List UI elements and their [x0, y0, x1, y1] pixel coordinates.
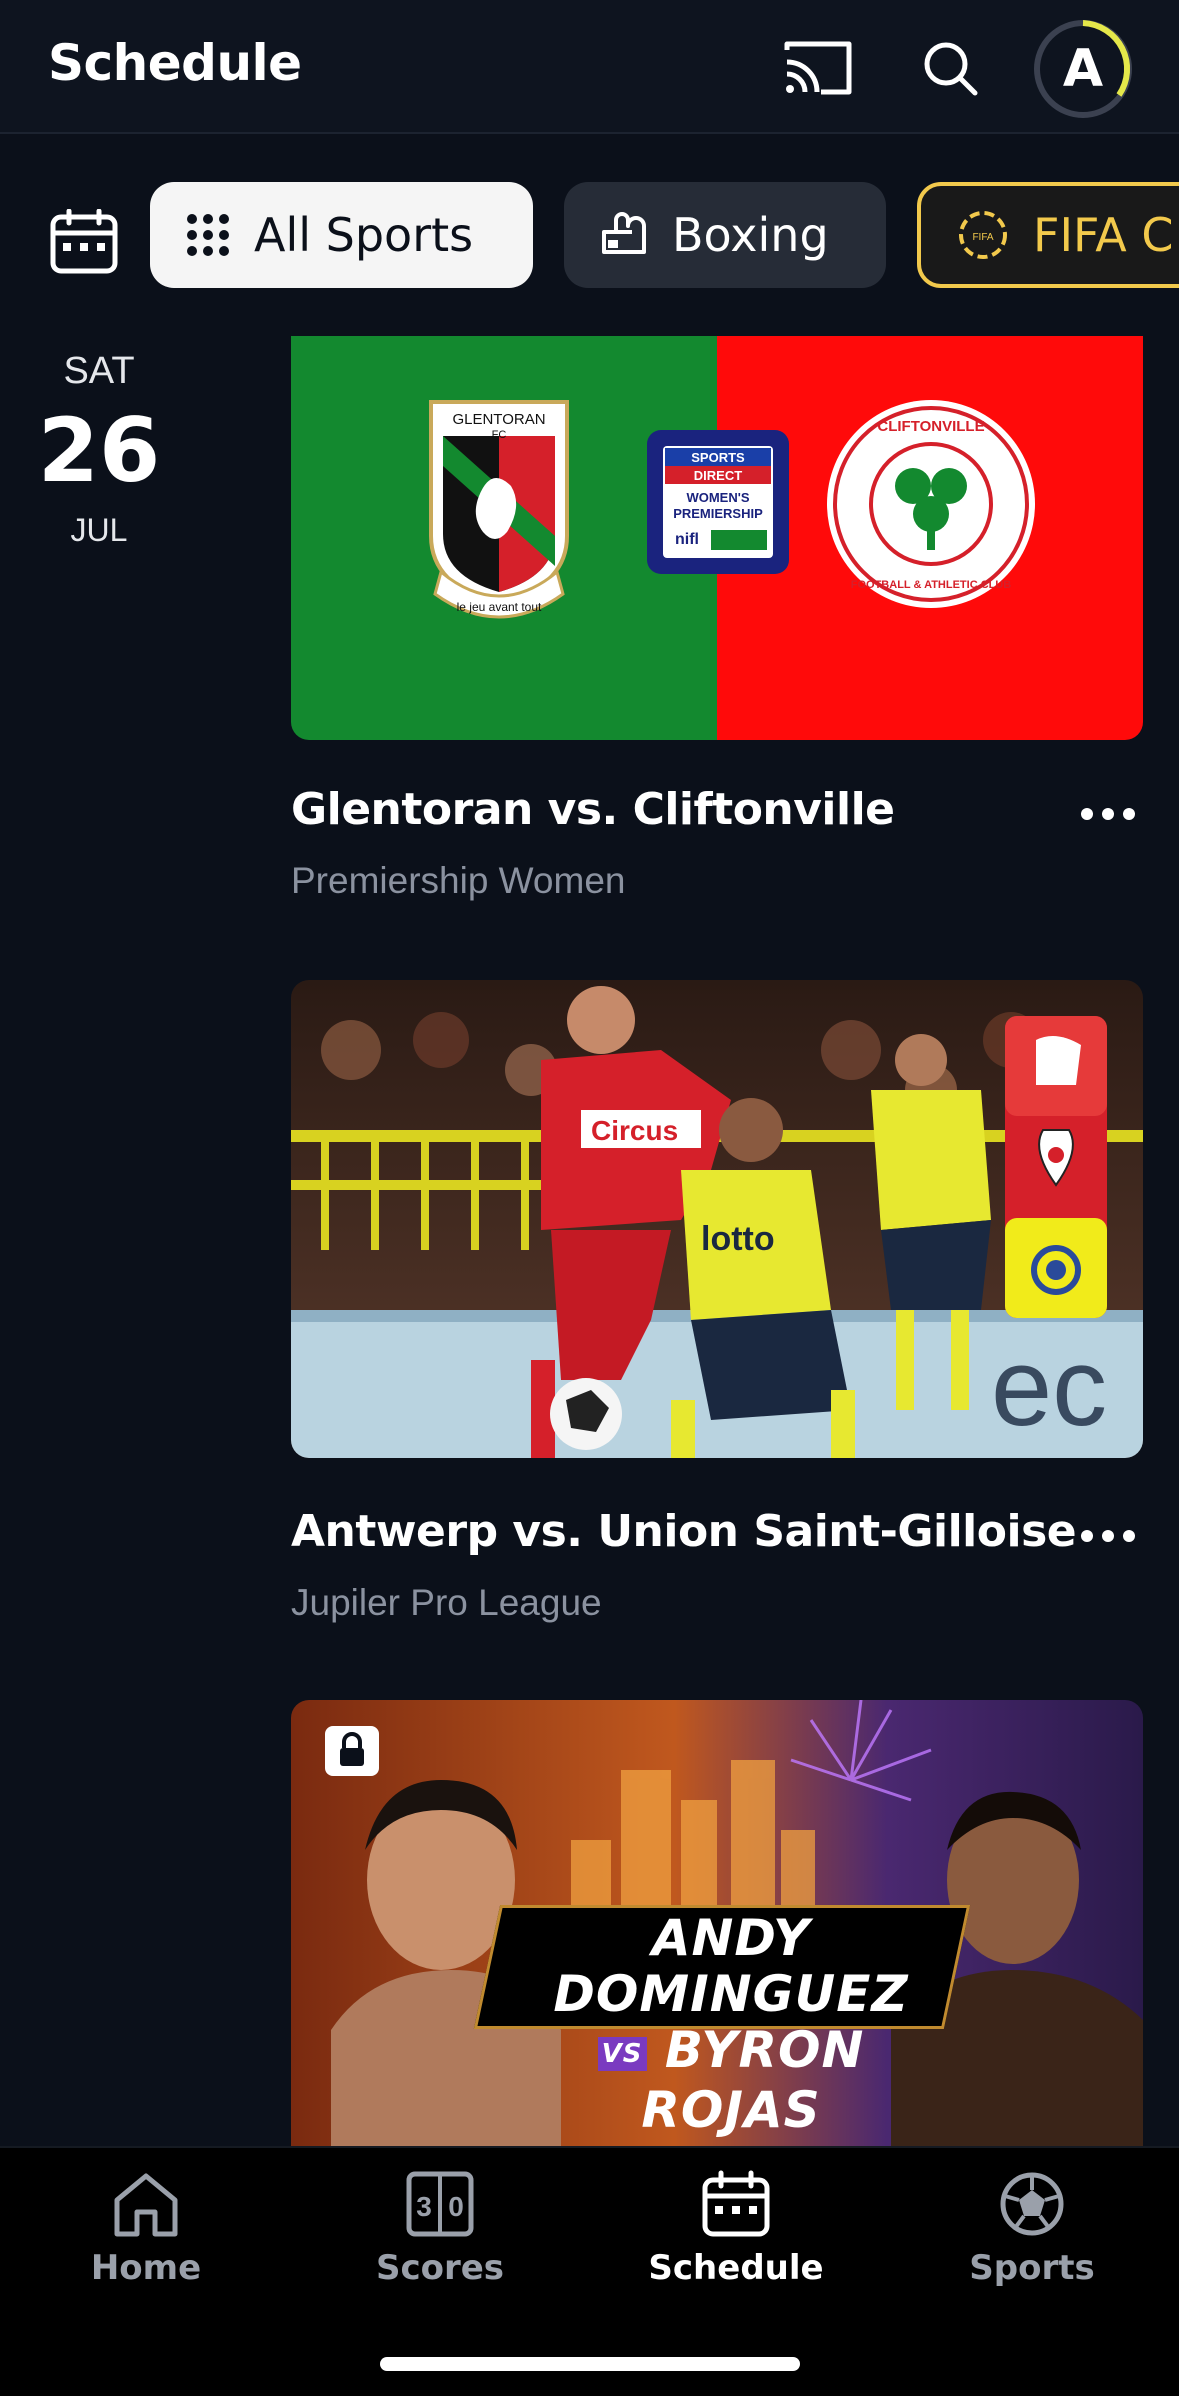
chip-boxing[interactable]: Boxing — [564, 182, 886, 288]
top-header: Schedule A — [0, 0, 1179, 134]
event-thumbnail[interactable]: ANDY DOMINGUEZ VS BYRON ROJAS — [291, 1700, 1143, 2146]
nav-label: Home — [90, 2248, 202, 2288]
svg-text:FC: FC — [492, 429, 507, 441]
chip-fifa[interactable]: FIFA FIFA C — [917, 182, 1179, 288]
nav-label: Schedule — [648, 2248, 824, 2288]
calendar-icon — [702, 2170, 770, 2237]
svg-text:WOMEN'S: WOMEN'S — [686, 490, 749, 505]
fight-title: ANDY DOMINGUEZ VS BYRON ROJAS — [521, 1910, 941, 2138]
event-thumbnail[interactable]: GLENTORAN FC le jeu avant tout SPORTS DI… — [291, 336, 1143, 740]
calendar-icon — [50, 209, 118, 274]
svg-text:CLIFTONVILLE: CLIFTONVILLE — [877, 418, 984, 435]
lock-icon — [325, 1726, 379, 1776]
fighter-two-line: VS BYRON ROJAS — [521, 2022, 941, 2138]
more-options-button[interactable] — [1073, 794, 1143, 834]
home-icon — [114, 2173, 178, 2237]
svg-text:Circus: Circus — [591, 1115, 678, 1146]
profile-avatar[interactable]: A — [1034, 20, 1132, 118]
app-root: Schedule A All Sports Boxing FIFA FIFA C… — [0, 0, 1179, 2396]
league-badge: SPORTS DIRECT WOMEN'S PREMIERSHIP nifl — [647, 430, 789, 574]
event-card[interactable]: GLENTORAN FC le jeu avant tout SPORTS DI… — [291, 336, 1143, 916]
club-badges — [1005, 1016, 1107, 1318]
more-options-button[interactable] — [1073, 1516, 1143, 1556]
search-icon — [924, 42, 978, 96]
event-card[interactable]: ANDY DOMINGUEZ VS BYRON ROJAS — [291, 1700, 1143, 2146]
chip-label: Boxing — [672, 208, 829, 262]
dot-icon — [1081, 1530, 1093, 1542]
dot-icon — [1081, 808, 1093, 820]
svg-text:SPORTS: SPORTS — [691, 450, 745, 465]
svg-text:0: 0 — [448, 2191, 464, 2222]
event-title[interactable]: Glentoran vs. Cliftonville — [291, 784, 895, 835]
event-subtitle: Jupiler Pro League — [291, 1582, 602, 1623]
glentoran-crest: GLENTORAN FC le jeu avant tout — [429, 400, 569, 619]
svg-text:lotto: lotto — [701, 1220, 775, 1258]
fighter-two-name: BYRON ROJAS — [641, 2021, 865, 2139]
vs-badge: VS — [597, 2036, 647, 2071]
nav-schedule[interactable]: Schedule — [636, 2170, 836, 2300]
match-photo: ec Circus lotto — [291, 980, 1143, 1458]
svg-text:DIRECT: DIRECT — [694, 468, 742, 483]
event-thumbnail[interactable]: ec Circus lotto — [291, 980, 1143, 1458]
home-indicator[interactable] — [380, 2357, 800, 2371]
svg-text:FIFA: FIFA — [972, 232, 993, 243]
fighter-one-name: ANDY DOMINGUEZ — [553, 1909, 909, 2023]
event-title[interactable]: Antwerp vs. Union Saint-Gilloise — [291, 1506, 1077, 1557]
chip-label: All Sports — [254, 208, 474, 262]
date-marker: SAT 26 JUL — [0, 350, 198, 549]
avatar-letter: A — [1062, 39, 1104, 99]
date-month: JUL — [70, 512, 128, 548]
event-subtitle: Premiership Women — [291, 860, 626, 901]
match-graphic: GLENTORAN FC le jeu avant tout SPORTS DI… — [291, 336, 1143, 740]
svg-text:nifl: nifl — [675, 531, 699, 548]
date-day-number: 26 — [37, 399, 161, 502]
nav-label: Scores — [375, 2248, 505, 2288]
cast-icon — [784, 41, 852, 95]
dot-icon — [1123, 1530, 1135, 1542]
dot-icon — [1102, 808, 1114, 820]
soccer-ball-icon — [1000, 2172, 1064, 2236]
event-card[interactable]: ec Circus lotto Antwerp vs. Union Saint-… — [291, 980, 1143, 1640]
dot-icon — [1102, 1530, 1114, 1542]
cast-button[interactable] — [778, 28, 858, 108]
nav-home[interactable]: Home — [46, 2170, 246, 2300]
nav-label: Sports — [969, 2248, 1095, 2288]
boxing-glove-icon — [602, 212, 646, 254]
fifa-trophy-icon: FIFA — [959, 211, 1007, 259]
date-day-of-week: SAT — [63, 350, 135, 392]
nav-sports[interactable]: Sports — [932, 2170, 1132, 2300]
cliftonville-crest: CLIFTONVILLE FOOTBALL & ATHLETIC CLUB — [827, 400, 1035, 608]
svg-text:ec: ec — [991, 1326, 1107, 1449]
svg-text:PREMIERSHIP: PREMIERSHIP — [673, 506, 763, 521]
nav-scores[interactable]: 3 0 Scores — [340, 2170, 540, 2300]
calendar-button[interactable] — [44, 202, 124, 282]
dot-icon — [1123, 808, 1135, 820]
chip-label: FIFA C — [1033, 208, 1174, 262]
svg-text:FOOTBALL & ATHLETIC CLUB: FOOTBALL & ATHLETIC CLUB — [851, 579, 1012, 591]
scoreboard-icon: 3 0 — [406, 2171, 474, 2237]
search-button[interactable] — [910, 28, 990, 108]
grid-icon — [187, 214, 229, 256]
svg-text:GLENTORAN: GLENTORAN — [452, 411, 545, 428]
sport-filter-row: All Sports Boxing FIFA FIFA C — [0, 180, 1179, 288]
svg-text:le jeu avant tout: le jeu avant tout — [457, 600, 542, 614]
chip-all-sports[interactable]: All Sports — [150, 182, 533, 288]
page-title: Schedule — [48, 34, 302, 92]
svg-text:3: 3 — [416, 2191, 432, 2222]
